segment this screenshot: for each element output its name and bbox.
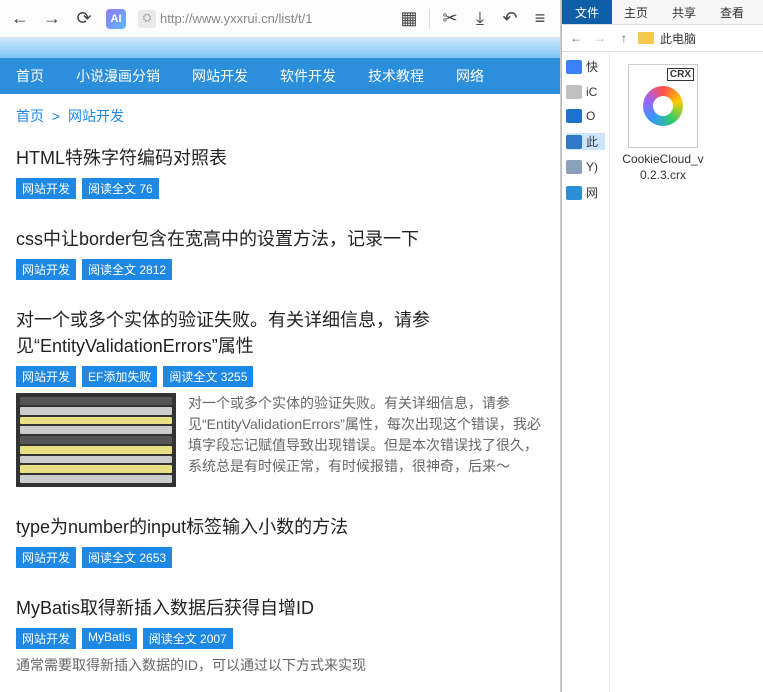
breadcrumb-home[interactable]: 首页 <box>16 108 44 124</box>
post-title[interactable]: MyBatis取得新插入数据后获得自增ID <box>16 594 544 620</box>
sidebar-label: O <box>586 109 595 123</box>
sidebar-quick-access[interactable]: 快 <box>566 58 605 75</box>
post-title[interactable]: 对一个或多个实体的验证失败。有关详细信息，请参见“EntityValidatio… <box>16 306 544 358</box>
nav-item-webdev[interactable]: 网站开发 <box>186 66 254 86</box>
sidebar-onedrive[interactable]: O <box>566 109 605 123</box>
post-tags: 网站开发 阅读全文 76 <box>16 178 544 199</box>
post-excerpt: 通常需要取得新插入数据的ID，可以通过以下方式来实现 <box>16 655 544 676</box>
nav-forward-button[interactable]: → <box>38 5 66 33</box>
sidebar-network[interactable]: 网 <box>566 184 605 201</box>
tag-category[interactable]: 网站开发 <box>16 628 76 649</box>
tag-readmore[interactable]: 阅读全文 2812 <box>82 259 172 280</box>
menu-icon[interactable]: ≡ <box>526 5 554 33</box>
sidebar-label: 此 <box>586 133 598 150</box>
sidebar-label: 网 <box>586 184 598 201</box>
ribbon-tab-home[interactable]: 主页 <box>612 1 660 24</box>
post-item: 对一个或多个实体的验证失败。有关详细信息，请参见“EntityValidatio… <box>16 306 544 487</box>
scissors-icon[interactable]: ✂ <box>436 5 464 33</box>
ribbon-tab-share[interactable]: 共享 <box>660 1 708 24</box>
site-security-icon[interactable]: ⛭ <box>138 10 156 28</box>
toolbar-separator <box>429 9 430 29</box>
explorer-up-button[interactable]: ↑ <box>614 28 634 48</box>
onedrive-icon <box>566 109 582 123</box>
explorer-forward-button[interactable]: → <box>590 28 610 48</box>
sidebar-label: 快 <box>586 58 598 75</box>
network-icon <box>566 186 582 200</box>
explorer-file-pane[interactable]: CRX CookieCloud_v0.2.3.crx <box>610 52 763 692</box>
ribbon-tab-file[interactable]: 文件 <box>562 0 612 24</box>
cloud-icon <box>566 85 582 99</box>
breadcrumb-sep: > <box>52 108 60 124</box>
pc-icon <box>566 135 582 149</box>
post-item: MyBatis取得新插入数据后获得自增ID 网站开发 MyBatis 阅读全文 … <box>16 594 544 676</box>
nav-item-network[interactable]: 网络 <box>450 66 490 86</box>
sidebar-drive[interactable]: Y) <box>566 160 605 174</box>
nav-item-tutorial[interactable]: 技术教程 <box>362 66 430 86</box>
nav-item-home[interactable]: 首页 <box>10 66 50 86</box>
post-item: type为number的input标签输入小数的方法 网站开发 阅读全文 265… <box>16 513 544 568</box>
ai-assistant-button[interactable]: AI <box>102 5 130 33</box>
post-tags: 网站开发 阅读全文 2653 <box>16 547 544 568</box>
breadcrumb: 首页 > 网站开发 <box>16 106 544 126</box>
tag-readmore[interactable]: 阅读全文 2007 <box>143 628 233 649</box>
page-content: 首页 > 网站开发 HTML特殊字符编码对照表 网站开发 阅读全文 76 css… <box>0 94 560 692</box>
undo-icon[interactable]: ↶ <box>496 5 524 33</box>
tag-readmore[interactable]: 阅读全文 3255 <box>163 366 253 387</box>
tag-category[interactable]: 网站开发 <box>16 366 76 387</box>
tag-category[interactable]: 网站开发 <box>16 259 76 280</box>
tag-extra[interactable]: EF添加失败 <box>82 366 157 387</box>
post-excerpt-row: 对一个或多个实体的验证失败。有关详细信息，请参见“EntityValidatio… <box>16 393 544 487</box>
file-explorer: 文件 主页 共享 查看 ← → ↑ 此电脑 快 iC O 此 Y) 网 CRX … <box>561 0 763 692</box>
tag-category[interactable]: 网站开发 <box>16 547 76 568</box>
disk-icon <box>566 160 582 174</box>
file-name-label: CookieCloud_v0.2.3.crx <box>622 152 704 183</box>
ribbon-tab-view[interactable]: 查看 <box>708 1 756 24</box>
post-tags: 网站开发 EF添加失败 阅读全文 3255 <box>16 366 544 387</box>
nav-item-novel[interactable]: 小说漫画分销 <box>70 66 166 86</box>
site-main-nav: 首页 小说漫画分销 网站开发 软件开发 技术教程 网络 <box>0 58 560 94</box>
post-title[interactable]: type为number的input标签输入小数的方法 <box>16 513 544 539</box>
browser-toolbar: ← → ⟳ AI ⛭ ▦ ✂ ⤓ ↶ ≡ <box>0 0 560 38</box>
browser-window: ← → ⟳ AI ⛭ ▦ ✂ ⤓ ↶ ≡ 首页 小说漫画分销 网站开发 软件开发… <box>0 0 561 692</box>
sidebar-label: Y) <box>586 160 598 174</box>
tag-readmore[interactable]: 阅读全文 76 <box>82 178 159 199</box>
nav-reload-button[interactable]: ⟳ <box>70 5 98 33</box>
post-item: HTML特殊字符编码对照表 网站开发 阅读全文 76 <box>16 144 544 199</box>
nav-item-software[interactable]: 软件开发 <box>274 66 342 86</box>
tag-category[interactable]: 网站开发 <box>16 178 76 199</box>
ribbon-tabs: 文件 主页 共享 查看 <box>562 0 763 24</box>
sidebar-label: iC <box>586 85 597 99</box>
explorer-address-bar: ← → ↑ 此电脑 <box>562 24 763 52</box>
post-title[interactable]: css中让border包含在宽高中的设置方法，记录一下 <box>16 225 544 251</box>
explorer-back-button[interactable]: ← <box>566 28 586 48</box>
explorer-sidebar: 快 iC O 此 Y) 网 <box>562 52 610 692</box>
explorer-body: 快 iC O 此 Y) 网 CRX CookieCloud_v0.2.3.crx <box>562 52 763 692</box>
post-tags: 网站开发 MyBatis 阅读全文 2007 <box>16 628 544 649</box>
address-bar: ⛭ <box>134 5 391 33</box>
file-badge: CRX <box>667 68 694 81</box>
explorer-path[interactable]: 此电脑 <box>660 30 696 47</box>
breadcrumb-category[interactable]: 网站开发 <box>68 108 124 124</box>
post-tags: 网站开发 阅读全文 2812 <box>16 259 544 280</box>
nav-back-button[interactable]: ← <box>6 5 34 33</box>
url-input[interactable] <box>160 11 387 26</box>
tag-readmore[interactable]: 阅读全文 2653 <box>82 547 172 568</box>
tag-extra[interactable]: MyBatis <box>82 628 137 649</box>
sidebar-this-pc[interactable]: 此 <box>566 133 605 150</box>
post-title[interactable]: HTML特殊字符编码对照表 <box>16 144 544 170</box>
download-icon[interactable]: ⤓ <box>466 5 494 33</box>
swirl-icon <box>643 86 683 126</box>
post-item: css中让border包含在宽高中的设置方法，记录一下 网站开发 阅读全文 28… <box>16 225 544 280</box>
grid-apps-icon[interactable]: ▦ <box>395 5 423 33</box>
file-item-crx[interactable]: CRX CookieCloud_v0.2.3.crx <box>618 60 708 187</box>
toolbar-right-group: ▦ ✂ ⤓ ↶ ≡ <box>395 5 554 33</box>
star-icon <box>566 60 582 74</box>
post-thumbnail[interactable] <box>16 393 176 487</box>
folder-icon <box>638 32 654 44</box>
file-icon: CRX <box>628 64 698 148</box>
site-banner <box>0 38 560 58</box>
post-excerpt: 对一个或多个实体的验证失败。有关详细信息，请参见“EntityValidatio… <box>188 393 544 487</box>
sidebar-icloud[interactable]: iC <box>566 85 605 99</box>
